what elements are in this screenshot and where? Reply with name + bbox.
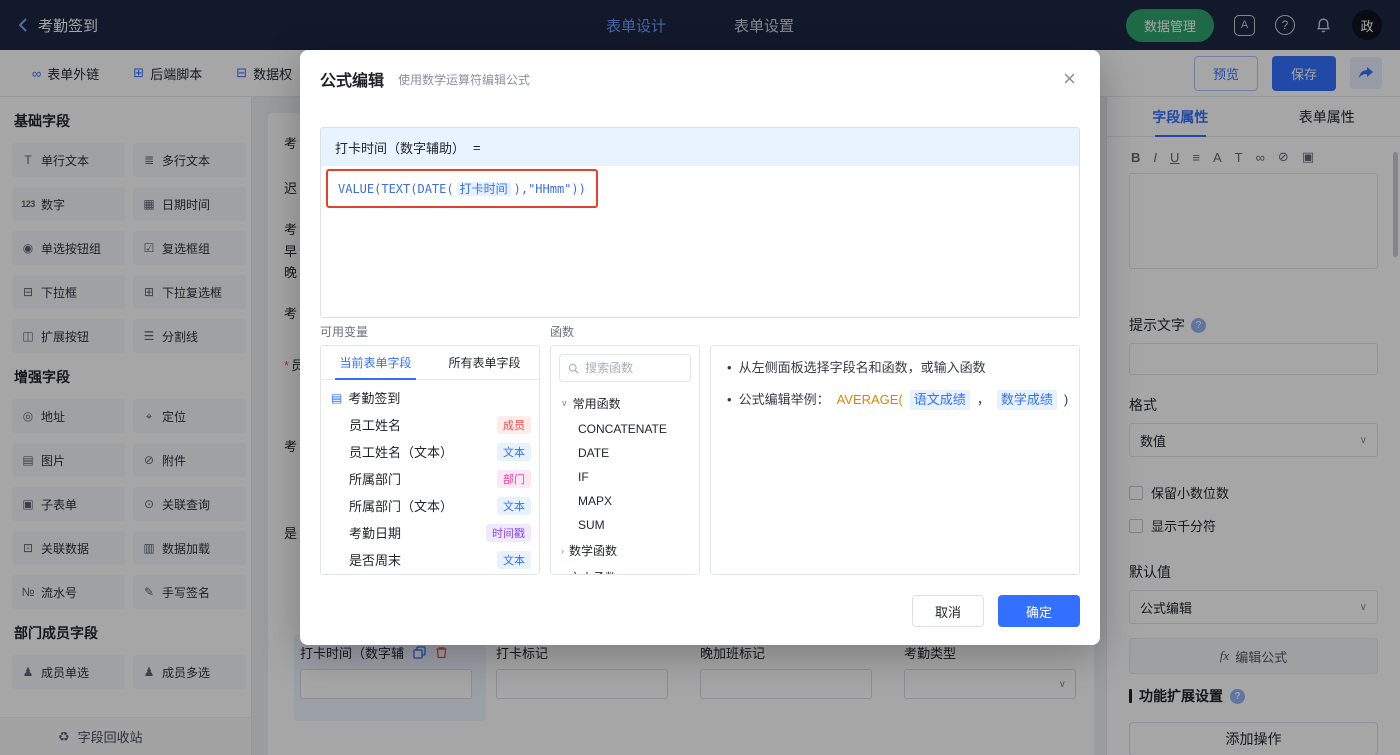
function-date[interactable]: DATE	[551, 441, 699, 465]
search-icon	[568, 363, 579, 374]
variables-label: 可用变量	[320, 325, 369, 339]
variables-root-node[interactable]: ▤ 考勤签到	[321, 380, 539, 411]
example-field-token: 语文成绩	[909, 390, 970, 410]
chevron-right-icon: ›	[561, 573, 564, 575]
dialog-title: 公式编辑	[320, 73, 385, 90]
function-mapx[interactable]: MAPX	[551, 489, 699, 513]
type-tag: 文本	[497, 496, 531, 515]
help-line-2: • 公式编辑举例： AVERAGE( 语文成绩 ， 数学成绩 )	[727, 390, 1068, 410]
formula-edit-dialog: 公式编辑 使用数学运算符编辑公式 × 打卡时间（数字辅助） = VALUE(TE…	[300, 50, 1100, 645]
variables-panel: 当前表单字段 所有表单字段 ▤ 考勤签到 员工姓名 成员 员工姓名（文本） 文本 所…	[320, 345, 540, 575]
formula-help-panel: • 从左侧面板选择字段名和函数，或输入函数 • 公式编辑举例： AVERAGE( …	[710, 345, 1080, 575]
function-group-common[interactable]: ∨ 常用函数	[551, 390, 699, 417]
bullet: •	[727, 360, 732, 375]
formula-target-field: 打卡时间（数字辅助）	[335, 140, 466, 156]
type-tag: 文本	[497, 442, 531, 461]
example-field-token: 数学成绩	[996, 390, 1057, 410]
equals-sign: =	[473, 139, 481, 155]
close-icon[interactable]: ×	[1063, 68, 1076, 90]
functions-label: 函数	[550, 325, 575, 339]
function-group-text[interactable]: › 文本函数	[551, 564, 699, 575]
variables-root-label: 考勤签到	[348, 391, 401, 406]
variable-department[interactable]: 所属部门 部门	[321, 465, 539, 492]
help-line-1: • 从左侧面板选择字段名和函数，或输入函数	[727, 358, 1063, 378]
function-if[interactable]: IF	[551, 465, 699, 489]
variable-attendance-date[interactable]: 考勤日期 时间戳	[321, 519, 539, 546]
function-group-math[interactable]: › 数学函数	[551, 537, 699, 564]
functions-panel: ∨ 常用函数 CONCATENATE DATE IF MAPX SUM › 数学…	[550, 345, 700, 575]
example-function: AVERAGE(	[836, 392, 903, 407]
cancel-button[interactable]: 取消	[912, 595, 984, 627]
variables-tabs: 当前表单字段 所有表单字段	[321, 346, 539, 380]
tab-all-form-fields[interactable]: 所有表单字段	[430, 346, 539, 379]
variable-employee-name[interactable]: 员工姓名 成员	[321, 411, 539, 438]
field-token[interactable]: 打卡时间	[456, 182, 511, 196]
dialog-footer: 取消 确定	[912, 595, 1080, 627]
type-tag: 时间戳	[486, 523, 531, 542]
dialog-subtitle: 使用数学运算符编辑公式	[398, 72, 531, 87]
type-tag: 成员	[497, 415, 531, 434]
variable-department-text[interactable]: 所属部门（文本） 文本	[321, 492, 539, 519]
function-concatenate[interactable]: CONCATENATE	[551, 417, 699, 441]
bullet: •	[727, 392, 732, 407]
confirm-button[interactable]: 确定	[998, 595, 1080, 627]
tab-current-form-fields[interactable]: 当前表单字段	[321, 346, 430, 380]
type-tag: 文本	[497, 550, 531, 569]
function-search-box	[559, 354, 691, 382]
function-search-input[interactable]	[585, 361, 682, 375]
form-doc-icon: ▤	[331, 390, 343, 405]
type-tag: 部门	[497, 469, 531, 488]
formula-editor-box: 打卡时间（数字辅助） = VALUE(TEXT(DATE(打卡时间),"HHmm…	[320, 127, 1080, 318]
chevron-down-icon: ∨	[561, 398, 568, 408]
formula-target-bar: 打卡时间（数字辅助） =	[321, 128, 1079, 166]
formula-code: VALUE(TEXT(DATE(打卡时间),"HHmm"))	[338, 182, 586, 196]
chevron-right-icon: ›	[561, 545, 564, 556]
variable-is-weekend[interactable]: 是否周末 文本	[321, 546, 539, 573]
variable-employee-name-text[interactable]: 员工姓名（文本） 文本	[321, 438, 539, 465]
function-sum[interactable]: SUM	[551, 513, 699, 537]
annotation-highlight-box: VALUE(TEXT(DATE(打卡时间),"HHmm"))	[326, 169, 598, 208]
dialog-header: 公式编辑 使用数学运算符编辑公式 ×	[300, 50, 1100, 108]
formula-input-area[interactable]: VALUE(TEXT(DATE(打卡时间),"HHmm"))	[321, 166, 1079, 317]
